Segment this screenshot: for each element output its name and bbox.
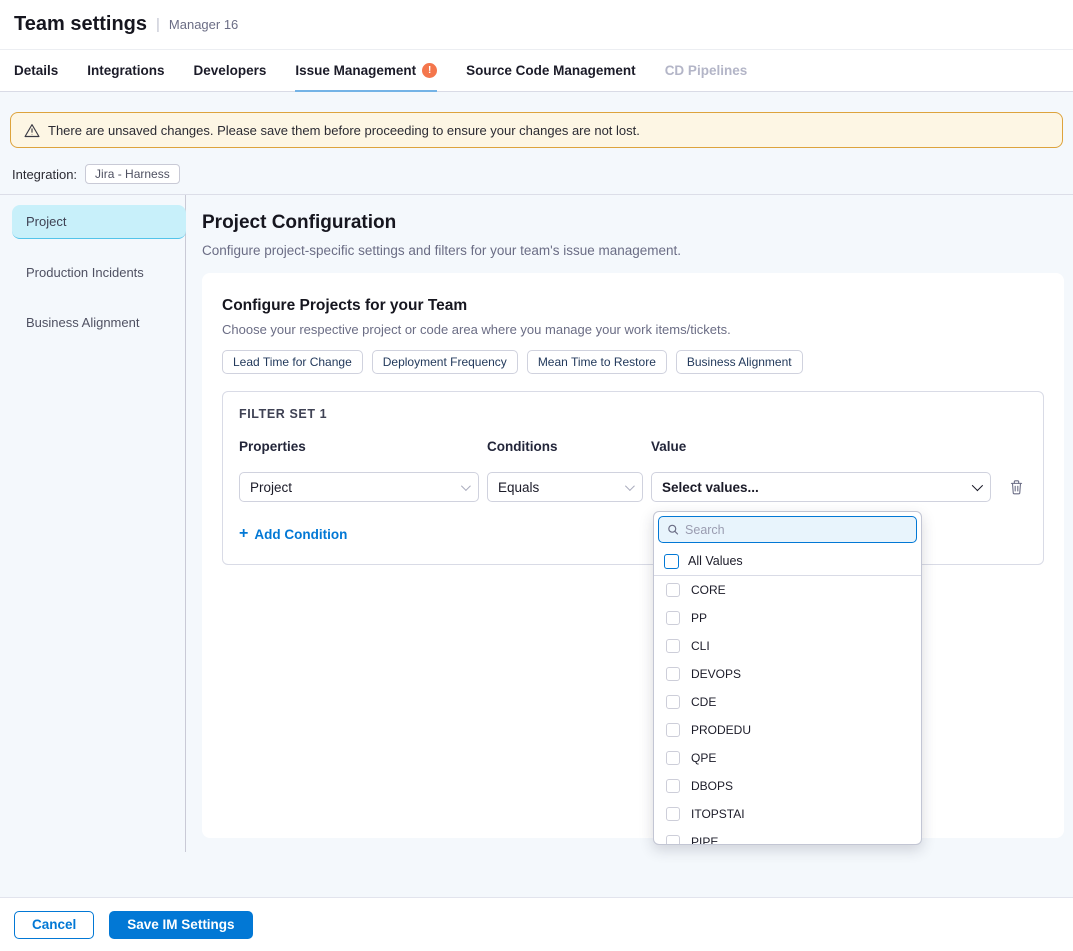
dropdown-search[interactable] xyxy=(658,516,917,543)
chip-mean-time-to-restore[interactable]: Mean Time to Restore xyxy=(527,350,667,374)
option-prodedu[interactable]: PRODEDU xyxy=(654,716,921,744)
value-multiselect[interactable]: Select values... xyxy=(651,472,991,502)
chip-deployment-frequency[interactable]: Deployment Frequency xyxy=(372,350,518,374)
delete-filter-button[interactable] xyxy=(1009,479,1024,495)
option-cli[interactable]: CLI xyxy=(654,632,921,660)
option-pp[interactable]: PP xyxy=(654,604,921,632)
trash-icon xyxy=(1009,479,1024,495)
title-divider: | xyxy=(156,16,160,33)
checkbox[interactable] xyxy=(666,751,680,765)
unsaved-changes-banner: There are unsaved changes. Please save t… xyxy=(10,112,1063,148)
integration-row: Integration: Jira - Harness xyxy=(12,164,1073,184)
chevron-down-icon xyxy=(625,481,635,491)
save-im-settings-button[interactable]: Save IM Settings xyxy=(109,911,252,939)
checkbox[interactable] xyxy=(666,807,680,821)
sidebar-item-business-alignment[interactable]: Business Alignment xyxy=(12,305,186,339)
tab-integrations[interactable]: Integrations xyxy=(87,50,164,91)
tab-issue-management[interactable]: Issue Management ! xyxy=(295,50,437,91)
card-subtitle: Choose your respective project or code a… xyxy=(222,322,1044,337)
footer-actions: Cancel Save IM Settings xyxy=(0,897,1073,951)
conditions-column-label: Conditions xyxy=(487,439,643,454)
option-cde[interactable]: CDE xyxy=(654,688,921,716)
filter-row: Project Equals Select values... xyxy=(239,472,1027,502)
card-title: Configure Projects for your Team xyxy=(222,297,1044,315)
tab-cd-pipelines: CD Pipelines xyxy=(665,50,748,91)
tab-bar: Details Integrations Developers Issue Ma… xyxy=(0,50,1073,92)
tab-developers[interactable]: Developers xyxy=(194,50,267,91)
main-panel: Project Configuration Configure project-… xyxy=(186,195,1073,852)
section-subtitle: Configure project-specific settings and … xyxy=(202,243,1064,258)
checkbox[interactable] xyxy=(666,611,680,625)
add-condition-button[interactable]: + Add Condition xyxy=(239,525,347,543)
tab-source-code-management[interactable]: Source Code Management xyxy=(466,50,636,91)
banner-text: There are unsaved changes. Please save t… xyxy=(48,123,640,138)
page-header: Team settings | Manager 16 xyxy=(0,0,1073,50)
option-dbops[interactable]: DBOPS xyxy=(654,772,921,800)
configure-projects-card: Configure Projects for your Team Choose … xyxy=(202,273,1064,838)
checkbox[interactable] xyxy=(666,695,680,709)
section-title: Project Configuration xyxy=(202,212,1064,234)
warning-icon xyxy=(24,123,40,138)
metric-chips: Lead Time for Change Deployment Frequenc… xyxy=(222,350,1044,374)
checkbox[interactable] xyxy=(666,667,680,681)
cancel-button[interactable]: Cancel xyxy=(14,911,94,939)
integration-label: Integration: xyxy=(12,167,77,182)
search-icon xyxy=(667,523,679,536)
sidebar-item-production-incidents[interactable]: Production Incidents xyxy=(12,255,186,289)
checkbox[interactable] xyxy=(666,779,680,793)
chip-lead-time-for-change[interactable]: Lead Time for Change xyxy=(222,350,363,374)
search-input[interactable] xyxy=(685,523,908,537)
sidebar-item-project[interactable]: Project xyxy=(12,205,186,239)
option-pipe[interactable]: PIPE xyxy=(654,828,921,845)
chip-business-alignment[interactable]: Business Alignment xyxy=(676,350,803,374)
property-select[interactable]: Project xyxy=(239,472,479,502)
chevron-down-icon xyxy=(461,481,471,491)
page-title: Team settings xyxy=(14,13,147,36)
integration-chip[interactable]: Jira - Harness xyxy=(85,164,180,184)
all-values-option[interactable]: All Values xyxy=(654,547,921,575)
filter-set-1: FILTER SET 1 Properties Conditions Value… xyxy=(222,391,1044,565)
condition-select[interactable]: Equals xyxy=(487,472,643,502)
plus-icon: + xyxy=(239,525,248,543)
value-column-label: Value xyxy=(651,439,991,454)
option-devops[interactable]: DEVOPS xyxy=(654,660,921,688)
option-qpe[interactable]: QPE xyxy=(654,744,921,772)
unsaved-alert-badge-icon: ! xyxy=(422,63,437,78)
checkbox[interactable] xyxy=(666,835,680,845)
checkbox[interactable] xyxy=(666,723,680,737)
option-core[interactable]: CORE xyxy=(654,576,921,604)
properties-column-label: Properties xyxy=(239,439,479,454)
filter-column-labels: Properties Conditions Value xyxy=(239,439,1027,454)
option-itopstai[interactable]: ITOPSTAI xyxy=(654,800,921,828)
settings-sidebar: Project Production Incidents Business Al… xyxy=(0,195,186,852)
content-area: There are unsaved changes. Please save t… xyxy=(0,92,1073,897)
page-subtitle: Manager 16 xyxy=(169,17,238,32)
value-dropdown-panel: All Values CORE PP CLI DEVOPS CDE PRODED… xyxy=(653,511,922,845)
checkbox[interactable] xyxy=(666,639,680,653)
chevron-down-icon xyxy=(972,480,983,491)
filter-set-title: FILTER SET 1 xyxy=(239,407,1027,421)
tab-details[interactable]: Details xyxy=(14,50,58,91)
checkbox[interactable] xyxy=(666,583,680,597)
all-values-checkbox[interactable] xyxy=(664,554,679,569)
